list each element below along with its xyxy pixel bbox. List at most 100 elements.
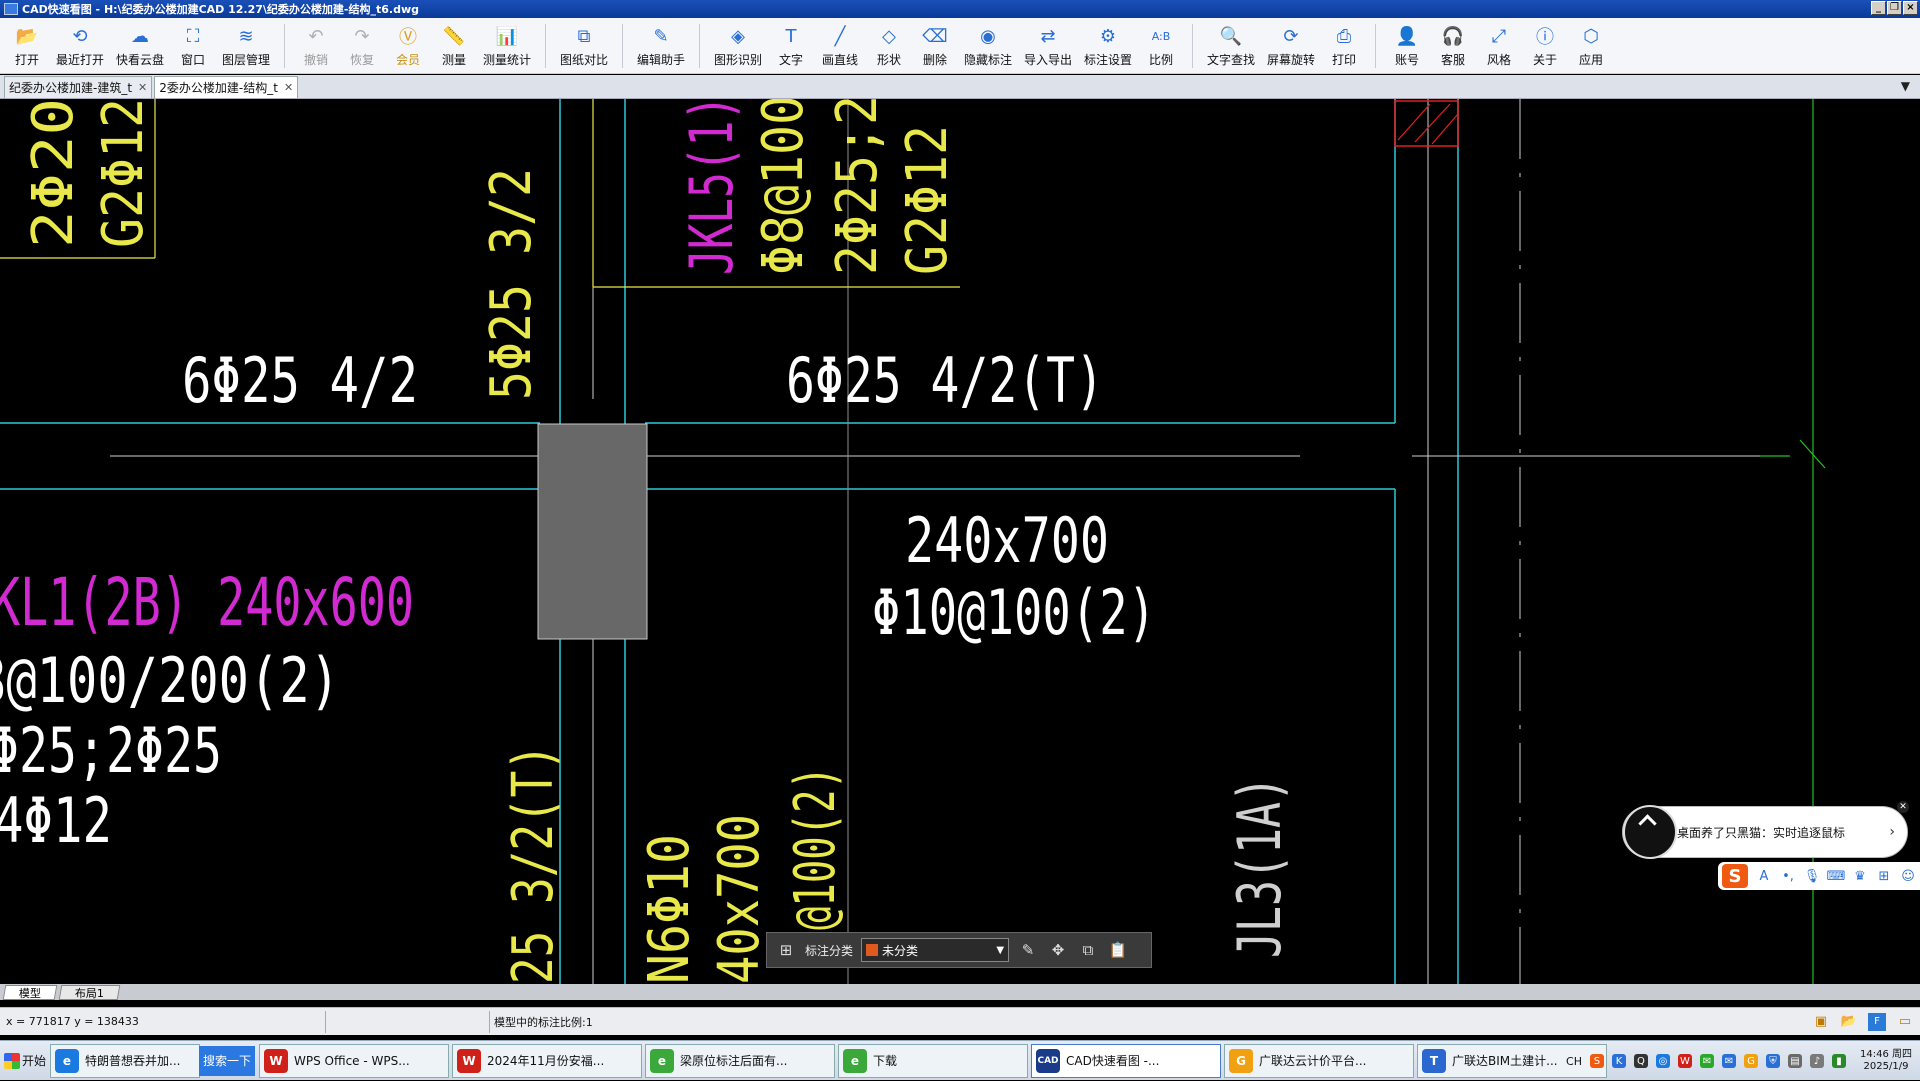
rotate-screen-button[interactable]: ⟳ 屏幕旋转 [1261, 18, 1321, 74]
copy-icon[interactable]: ⧉ [1077, 939, 1099, 961]
search-button[interactable]: 搜索一下 [199, 1045, 255, 1076]
volume-tray-icon[interactable]: ♪ [1809, 1054, 1824, 1068]
chevron-down-icon: ▼ [996, 944, 1005, 956]
import-export-button[interactable]: ⇄ 导入导出 [1018, 18, 1078, 74]
mail-tray-icon[interactable]: ✉ [1721, 1054, 1736, 1068]
eraser-button[interactable]: ⌫ 删除 [912, 18, 958, 74]
desktop-cat-widget[interactable]: 桌面养了只黑猫：实时追逐鼠标 › ✕ [1622, 801, 1909, 859]
taskbar-item[interactable]: W 2024年11月份安福... [452, 1043, 642, 1078]
color-swatch [866, 944, 879, 956]
taskbar-item-label: 2024年11月份安福... [487, 1054, 605, 1068]
close-tab-icon[interactable]: ✕ [138, 81, 147, 94]
doc-tab-structure[interactable]: 2委办公楼加建-结构_t ✕ [154, 76, 299, 98]
windows-logo-icon [4, 1052, 20, 1069]
fullscreen-icon[interactable]: ▭ [1896, 1013, 1914, 1031]
kugou-tray-icon[interactable]: K [1611, 1054, 1626, 1068]
system-clock[interactable]: 14:46 周四 2025/1/9 [1860, 1049, 1912, 1073]
hide-annotation-button[interactable]: ◉ 隐藏标注 [958, 18, 1018, 74]
battery-tray-icon[interactable]: ▮ [1831, 1054, 1846, 1068]
style-button[interactable]: ⤢ 风格 [1476, 18, 1522, 74]
taskbar-item[interactable]: G 广联达云计价平台... [1224, 1043, 1414, 1078]
cloud-button[interactable]: ☁ 快看云盘 [110, 18, 170, 74]
qq-tray-icon[interactable]: Q [1633, 1054, 1648, 1068]
security-tray-icon[interactable]: ⛨ [1765, 1054, 1780, 1068]
compare-button[interactable]: ⧉ 图纸对比 [554, 18, 614, 74]
shape-recognize-button[interactable]: ◈ 图形识别 [708, 18, 768, 74]
toolbar-separator [284, 24, 285, 68]
sogou-logo-icon[interactable]: S [1722, 864, 1748, 888]
close-tab-icon[interactable]: ✕ [284, 81, 293, 94]
emoji-icon[interactable]: ☺ [1900, 868, 1916, 884]
open-folder-icon[interactable]: 📂 [1840, 1013, 1858, 1031]
taskbar-item[interactable]: e 梁原位标注后面有... [645, 1043, 835, 1078]
window-icon: ⛶ [186, 25, 200, 47]
ruler-button[interactable]: 📏 测量 [431, 18, 477, 74]
close-icon[interactable]: ✕ [1897, 801, 1909, 813]
app-tray-icon[interactable]: ◎ [1655, 1054, 1670, 1068]
paste-icon[interactable]: 📋 [1107, 939, 1129, 961]
redo-icon: ↷ [354, 25, 370, 47]
taskbar-item[interactable]: W WPS Office - WPS... [259, 1043, 449, 1078]
move-icon[interactable]: ✥ [1047, 939, 1069, 961]
toolbox-icon[interactable]: ⊞ [1876, 868, 1892, 884]
shape-button[interactable]: ◇ 形状 [866, 18, 912, 74]
vip-button[interactable]: Ⓥ 会员 [385, 18, 431, 74]
text-button[interactable]: T 文字 [768, 18, 814, 74]
wechat-tray-icon[interactable]: ✉ [1699, 1054, 1714, 1068]
print-button[interactable]: ⎙ 打印 [1321, 18, 1367, 74]
skin-icon[interactable]: ♛ [1852, 868, 1868, 884]
chevron-right-icon[interactable]: › [1889, 824, 1895, 840]
edit-icon[interactable]: ✎ [1017, 939, 1039, 961]
taskbar-item[interactable]: CAD CAD快速看图 -... [1031, 1043, 1221, 1078]
doc-tab-architecture[interactable]: 纪委办公楼加建-建筑_t ✕ [4, 76, 153, 98]
headset-button[interactable]: 🎧 客服 [1430, 18, 1476, 74]
layout-icon[interactable]: ▣ [1812, 1013, 1830, 1031]
edit-assistant-button[interactable]: ✎ 编辑助手 [631, 18, 691, 74]
window-title: CAD快速看图 - H:\纪委办公楼加建CAD 12.27\纪委办公楼加建-结构… [22, 3, 419, 16]
ime-mode-icon[interactable]: A [1756, 868, 1772, 884]
taskbar-item[interactable]: e 特朗普想吞并加... [50, 1043, 200, 1078]
start-button[interactable]: 开始 [2, 1044, 50, 1078]
restore-button[interactable]: ❐ [1887, 1, 1902, 15]
glodon-tray-icon[interactable]: G [1743, 1054, 1758, 1068]
punctuation-icon[interactable]: •, [1780, 868, 1796, 884]
grid-icon[interactable]: ⊞ [775, 939, 797, 961]
shape-icon: ◇ [882, 25, 896, 47]
folder-open-button[interactable]: 📂 打开 [4, 18, 50, 74]
redo-button[interactable]: ↷ 恢复 [339, 18, 385, 74]
annotation-settings-button[interactable]: ⚙ 标注设置 [1078, 18, 1138, 74]
tab-layout1[interactable]: 布局1 [58, 984, 121, 1000]
widget-text: 桌面养了只黑猫：实时追逐鼠标 [1677, 825, 1846, 840]
wps-tray-icon[interactable]: W [1677, 1054, 1692, 1068]
history-button[interactable]: ⟲ 最近打开 [50, 18, 110, 74]
text-search-button[interactable]: 🔍 文字查找 [1201, 18, 1261, 74]
tab-list-dropdown-icon[interactable]: ▼ [1901, 79, 1910, 93]
taskbar: 开始 e 特朗普想吞并加... 搜索一下 W WPS Office - WPS... W 2… [0, 1040, 1920, 1080]
taskbar-item-label: CAD快速看图 -... [1066, 1054, 1160, 1068]
user-button[interactable]: 👤 账号 [1384, 18, 1430, 74]
undo-button[interactable]: ↶ 撤销 [293, 18, 339, 74]
tab-model[interactable]: 模型 [2, 984, 58, 1000]
language-indicator[interactable]: CH [1566, 1055, 1582, 1068]
snap-toggle-icon[interactable]: F [1868, 1012, 1886, 1031]
line-button[interactable]: ╱ 画直线 [814, 18, 866, 74]
taskbar-item[interactable]: e 下载 [838, 1043, 1028, 1078]
annotation-scale: 模型中的标注比例:1 [494, 1015, 593, 1029]
measure-stats-button[interactable]: 📊 测量统计 [477, 18, 537, 74]
network-tray-icon[interactable]: ▤ [1787, 1054, 1802, 1068]
minimize-button[interactable]: _ [1871, 1, 1886, 15]
close-button[interactable]: × [1903, 1, 1918, 15]
microphone-icon[interactable]: 🎙 [1804, 868, 1821, 884]
sogou-tray-icon[interactable]: S [1589, 1054, 1604, 1068]
app-icon: e [55, 1048, 79, 1073]
status-bar: x = 771817 y = 138433 模型中的标注比例:1 ▣ 📂 F ▭ [0, 1007, 1920, 1035]
beam-id-label: KL1(2B) 240x600 [0, 564, 414, 641]
window-button[interactable]: ⛶ 窗口 [170, 18, 216, 74]
scale-button[interactable]: A:B 比例 [1138, 18, 1184, 74]
annotation-category-select[interactable]: 未分类 ▼ [861, 938, 1010, 962]
layers-button[interactable]: ≋ 图层管理 [216, 18, 276, 74]
column-rebar-label: 5Φ25 3/2 [479, 168, 544, 400]
keyboard-icon[interactable]: ⌨ [1827, 868, 1846, 884]
apps-button[interactable]: ⬡ 应用 [1568, 18, 1614, 74]
info-button[interactable]: ⓘ 关于 [1522, 18, 1568, 74]
